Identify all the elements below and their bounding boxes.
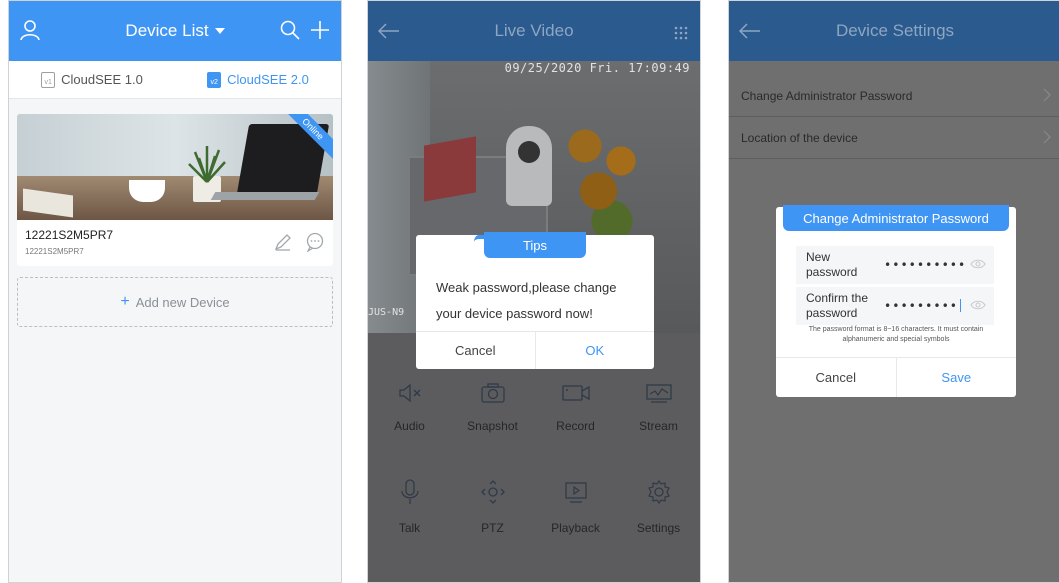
tab-label: CloudSEE 2.0 [227, 72, 309, 87]
record-button[interactable]: Record [534, 383, 617, 433]
dialog-buttons: Cancel OK [416, 331, 654, 369]
cancel-button[interactable]: Cancel [416, 332, 535, 369]
document-icon: v2 [207, 71, 222, 88]
device-thumbnail[interactable]: Online [17, 114, 333, 220]
page-title: Device List [125, 21, 209, 40]
ptz-button[interactable]: PTZ [451, 479, 534, 535]
search-icon[interactable] [279, 19, 301, 41]
device-settings-screen: Device Settings Change Administrator Pas… [728, 0, 1059, 583]
camera-icon [451, 383, 534, 403]
live-video-screen: Live Video 09/25/2020 Fri. 17:09:49 JUS-… [367, 0, 701, 583]
password-value: ••••••••• [884, 299, 959, 313]
stream-icon [617, 383, 700, 403]
settings-item-change-password[interactable]: Change Administrator Password [729, 75, 1059, 117]
new-password-field[interactable]: New password •••••••••• [796, 246, 994, 284]
chevron-right-icon [1043, 88, 1051, 102]
playback-button[interactable]: Playback [534, 479, 617, 535]
audio-mute-icon [368, 383, 451, 403]
page-title: Live Video [494, 21, 574, 40]
video-timestamp: 09/25/2020 Fri. 17:09:49 [504, 61, 690, 75]
card-actions [273, 232, 325, 252]
control-label: Stream [639, 419, 678, 433]
video-device-label: JUS-N9 [368, 307, 405, 318]
tab-cloudsee-2[interactable]: v2 CloudSEE 2.0 [175, 61, 341, 98]
flowers-image [558, 101, 648, 251]
device-list-screen: Device List v1 CloudSEE 1.0 v2 CloudSEE … [8, 0, 342, 583]
control-label: Settings [636, 521, 681, 535]
tips-dialog: Tips Weak password,please change your de… [416, 232, 654, 369]
settings-item-location[interactable]: Location of the device [729, 117, 1059, 159]
edit-icon[interactable] [273, 232, 293, 252]
password-hint: The password format is 8~16 characters. … [808, 326, 984, 343]
microphone-icon [368, 479, 451, 505]
control-label: PTZ [481, 521, 504, 535]
eye-icon[interactable] [970, 299, 986, 311]
settings-button[interactable]: Settings [617, 479, 700, 535]
control-label: Snapshot [467, 419, 518, 433]
talk-button[interactable]: Talk [368, 479, 451, 535]
save-button[interactable]: Save [895, 358, 1017, 397]
device-card[interactable]: Online 12221S2M5PR7 12221S2M5PR7 [17, 114, 333, 266]
eye-icon[interactable] [970, 258, 986, 270]
stream-button[interactable]: Stream [617, 383, 700, 433]
settings-item-label: Location of the device [741, 130, 858, 145]
dialog-title: Change Administrator Password [783, 205, 1009, 231]
text-cursor [960, 299, 962, 313]
tab-label: CloudSEE 1.0 [61, 72, 143, 87]
ok-button[interactable]: OK [534, 332, 655, 369]
playback-icon [534, 479, 617, 505]
cup-image [129, 180, 165, 202]
field-label: New password [806, 250, 858, 279]
password-value-wrap: ••••••••• [884, 297, 962, 315]
grid-menu-icon[interactable] [674, 26, 688, 40]
control-label: Playback [551, 521, 600, 535]
ptz-icon [451, 479, 534, 505]
top-bar: Device List [9, 1, 341, 61]
gear-icon [617, 479, 700, 505]
field-label: Confirm the password [806, 291, 869, 320]
change-password-dialog: Change Administrator Password New passwo… [776, 205, 1016, 397]
cancel-button[interactable]: Cancel [776, 358, 896, 397]
add-device-button[interactable]: + Add new Device [17, 277, 333, 327]
control-label: Record [556, 419, 595, 433]
control-label: Audio [394, 419, 425, 433]
audio-button[interactable]: Audio [368, 383, 451, 433]
document-icon: v1 [41, 71, 56, 88]
video-controls: Audio Snapshot Record Stream Talk PTZ Pl… [368, 333, 700, 582]
back-arrow-icon[interactable] [739, 23, 761, 39]
dialog-title: Tips [474, 232, 586, 258]
chevron-right-icon [1043, 130, 1051, 144]
record-icon [534, 383, 617, 403]
message-icon[interactable] [305, 232, 325, 252]
back-arrow-icon[interactable] [378, 23, 400, 39]
plus-icon[interactable] [309, 19, 331, 41]
user-icon[interactable] [19, 19, 41, 41]
snapshot-button[interactable]: Snapshot [451, 383, 534, 433]
dialog-buttons: Cancel Save [776, 357, 1016, 397]
settings-list: Change Administrator Password Location o… [729, 75, 1059, 159]
confirm-password-field[interactable]: Confirm the password ••••••••• [796, 287, 994, 325]
camera-device-image [506, 126, 552, 206]
control-label: Talk [398, 521, 421, 535]
dialog-message: Weak password,please change your device … [436, 280, 617, 321]
add-device-label: Add new Device [135, 294, 230, 310]
chevron-down-icon [214, 28, 225, 34]
page-title: Device Settings [835, 21, 955, 40]
settings-item-label: Change Administrator Password [741, 88, 913, 103]
password-value: •••••••••• [884, 258, 967, 272]
tab-cloudsee-1[interactable]: v1 CloudSEE 1.0 [9, 61, 175, 98]
device-info: 12221S2M5PR7 12221S2M5PR7 [17, 220, 333, 266]
cloud-version-tabs: v1 CloudSEE 1.0 v2 CloudSEE 2.0 [9, 61, 341, 99]
plant-image [188, 146, 226, 183]
device-list-title-dropdown[interactable]: Device List [125, 21, 225, 41]
top-bar: Live Video [368, 1, 700, 61]
plus-icon: + [120, 293, 130, 310]
top-bar: Device Settings [729, 1, 1059, 61]
